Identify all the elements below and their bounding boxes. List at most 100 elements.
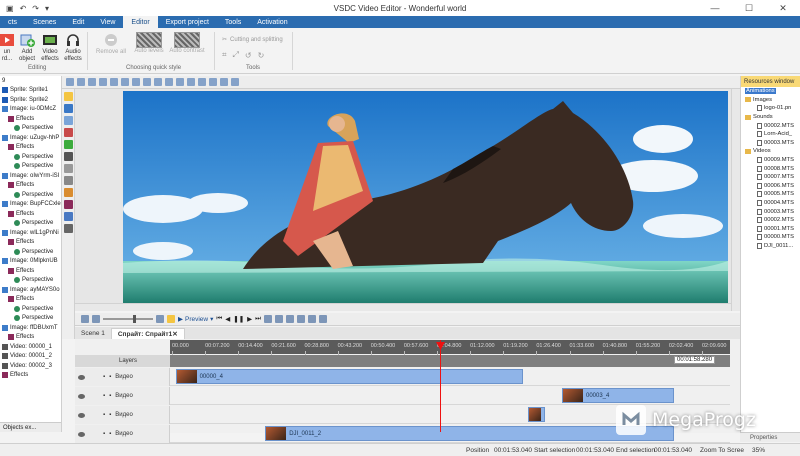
rotate-left-icon[interactable]: ↺ [245, 51, 252, 60]
add-object-button[interactable]: Add object [16, 32, 38, 63]
ungroup-icon[interactable] [209, 78, 217, 86]
tree-item[interactable]: Sprite: Sprite2 [0, 95, 61, 105]
visibility-eye-icon[interactable] [78, 412, 85, 418]
tree-item[interactable]: Image: iu-0DMcZ [0, 105, 61, 115]
transition-icon[interactable] [319, 315, 328, 323]
pen-tool-icon[interactable] [64, 176, 73, 185]
scene-tab[interactable]: Спрайт: Спрайт1 ✕ [110, 328, 185, 339]
timeline-ruler[interactable]: 00.000 00:07.200 00:14.400 00:21.600 00:28.8… [170, 340, 730, 355]
effects-tool-icon[interactable] [64, 200, 73, 209]
split-icon[interactable] [275, 315, 284, 323]
tree-item[interactable]: Effects [0, 238, 61, 248]
timeline-clip[interactable] [528, 407, 546, 422]
tree-item[interactable]: Video: 00000_1 [0, 342, 61, 352]
resource-item[interactable]: 00003.MTS [741, 139, 800, 148]
tree-item[interactable]: Video: 00001_2 [0, 352, 61, 362]
tree-item[interactable]: Effects [0, 295, 61, 305]
resource-item[interactable]: DJI_0011... [741, 242, 800, 251]
record-mode-icon[interactable] [167, 315, 175, 323]
visibility-eye-icon[interactable] [78, 374, 85, 380]
fit-icon[interactable] [156, 315, 164, 323]
resource-item[interactable]: 00008.MTS [741, 164, 800, 173]
image-tool-icon[interactable] [64, 116, 73, 125]
tree-item[interactable]: Effects [0, 266, 61, 276]
auto-contrast-button[interactable]: Auto contrast [168, 32, 206, 55]
maximize-button[interactable]: ☐ [732, 0, 766, 16]
resource-item[interactable]: 00000.MTS [741, 233, 800, 242]
minimize-button[interactable]: — [698, 0, 732, 16]
resource-item[interactable]: 00002.MTS [741, 121, 800, 130]
resource-item[interactable]: 00003.MTS [741, 207, 800, 216]
video-effects-button[interactable]: Video effects [39, 32, 61, 63]
step-back-icon[interactable]: ◀ [225, 315, 230, 323]
resource-item[interactable]: 00006.MTS [741, 182, 800, 191]
step-forward-icon[interactable]: ▶ [247, 315, 252, 323]
tree-item[interactable]: Effects [0, 181, 61, 191]
ribbon-tab-view[interactable]: View [92, 16, 123, 28]
tree-item[interactable]: Perspective [0, 124, 61, 134]
video-preview-frame[interactable] [123, 91, 728, 303]
tree-item[interactable]: Image: BupFCCxle [0, 200, 61, 210]
preview-horizontal-scrollbar[interactable] [75, 303, 731, 311]
pause-icon[interactable]: ❚❚ [233, 315, 244, 323]
timeline-clip[interactable]: 00000_4 [175, 369, 523, 384]
ribbon-tab-activation[interactable]: Activation [249, 16, 295, 28]
timeline-clip[interactable]: 00003_4 [562, 388, 674, 403]
resource-item[interactable]: 00009.MTS [741, 156, 800, 165]
chart-tool-icon[interactable] [64, 188, 73, 197]
trim-icon[interactable] [286, 315, 295, 323]
stretch-icon[interactable]: ⤢ [233, 50, 239, 60]
lock-icon[interactable]: ▪ [103, 374, 105, 380]
resource-item[interactable]: 00001.MTS [741, 225, 800, 234]
undo-icon[interactable] [132, 78, 140, 86]
zoom-out-icon[interactable] [92, 315, 100, 323]
tree-item[interactable]: Sprite: Sprite1 [0, 86, 61, 96]
resource-item[interactable]: Lorn-Acid_ [741, 130, 800, 139]
tree-item[interactable]: Effects [0, 333, 61, 343]
tree-item[interactable]: Image: uZugv-hhP [0, 133, 61, 143]
tree-item[interactable]: Perspective [0, 162, 61, 172]
video-tool-icon[interactable] [64, 104, 73, 113]
tree-item[interactable]: Image: 0MlpknUB [0, 257, 61, 267]
arrow-up-icon[interactable] [154, 78, 162, 86]
tree-item[interactable]: 9 [0, 76, 61, 86]
redo-icon[interactable] [143, 78, 151, 86]
resource-item[interactable]: Animations [741, 87, 800, 96]
tree-item[interactable]: Perspective [0, 219, 61, 229]
cutting-splitting-button[interactable]: ✂ Cutting and splitting [222, 36, 283, 44]
tree-item[interactable]: Image: wlL1gPnNi [0, 228, 61, 238]
ribbon-tab-scenes[interactable]: Scenes [25, 16, 64, 28]
preview-button[interactable]: ▶ Preview ▾ [178, 315, 213, 324]
zoom-dropdown[interactable]: 35% [752, 447, 765, 454]
ribbon-tab-tools[interactable]: Tools [217, 16, 249, 28]
tree-item[interactable]: Effects [0, 209, 61, 219]
resource-item[interactable]: 00007.MTS [741, 173, 800, 182]
ribbon-tab-cts[interactable]: cts [0, 16, 25, 28]
lock-icon[interactable]: ▪ [103, 393, 105, 399]
layer-down-icon[interactable] [187, 78, 195, 86]
run-wizard-button[interactable]: un rd... [0, 32, 14, 63]
grid-icon[interactable] [220, 78, 228, 86]
lock-icon[interactable]: ▪ [103, 412, 105, 418]
lock-icon[interactable]: ▪ [103, 431, 105, 437]
playhead-line[interactable] [440, 340, 441, 432]
resource-item[interactable]: 00002.MTS [741, 216, 800, 225]
auto-levels-button[interactable]: Auto levels [132, 32, 166, 55]
timeline-clip[interactable]: DJI_0011_2 [265, 426, 674, 441]
ribbon-tab-editor[interactable]: Editor [123, 16, 158, 28]
close-tab-icon[interactable]: ✕ [172, 330, 177, 338]
audio-effects-button[interactable]: Audio effects [62, 32, 84, 63]
zoom-slider[interactable] [103, 315, 153, 323]
audio-tool-icon[interactable] [64, 212, 73, 221]
go-end-icon[interactable]: ⏭ [255, 315, 261, 323]
resource-item[interactable]: Sounds [741, 113, 800, 122]
sprite-tool-icon[interactable] [64, 224, 73, 233]
tree-item[interactable]: Perspective [0, 276, 61, 286]
tree-item[interactable]: Effects [0, 114, 61, 124]
tree-item[interactable]: Image: ffDBUxmT [0, 323, 61, 333]
close-button[interactable]: ✕ [766, 0, 800, 16]
tree-item[interactable]: Perspective [0, 304, 61, 314]
resource-item[interactable]: Images [741, 96, 800, 105]
tree-item[interactable]: Perspective [0, 152, 61, 162]
visibility-eye-icon[interactable] [78, 393, 85, 399]
